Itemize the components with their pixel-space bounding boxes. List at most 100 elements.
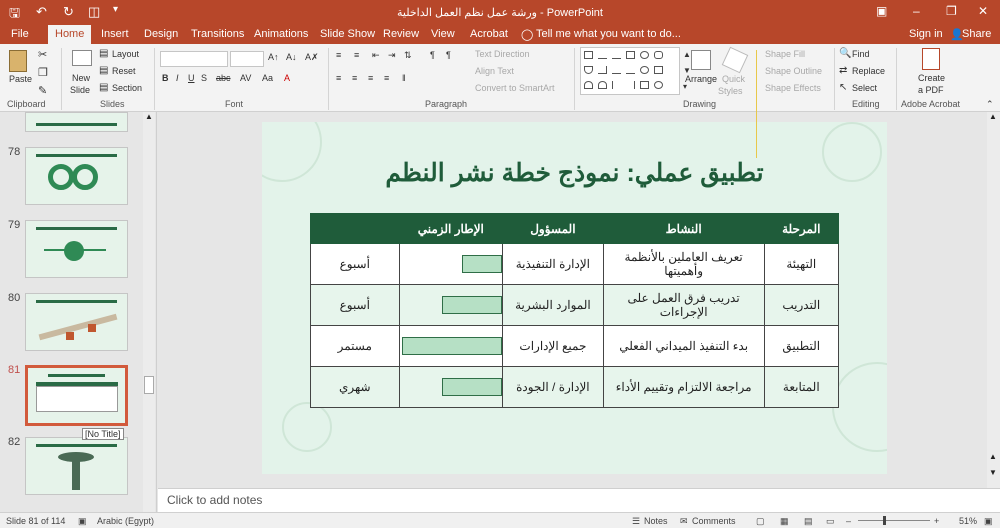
zoom-slider-thumb[interactable] — [883, 516, 886, 525]
layout-button[interactable]: Layout — [112, 49, 139, 59]
shadow-icon[interactable]: S — [201, 73, 207, 83]
slide[interactable]: تطبيق عملي: نموذج خطة نشر النظم المرحلة … — [262, 122, 887, 474]
normal-view-icon[interactable]: ▢ — [756, 516, 765, 527]
find-button[interactable]: Find — [852, 49, 870, 59]
clear-formatting-icon[interactable]: A✗ — [305, 52, 319, 63]
slide-thumbnail[interactable] — [25, 112, 128, 132]
new-slide-icon[interactable] — [72, 50, 92, 66]
scroll-thumb[interactable] — [144, 376, 154, 394]
increase-indent-icon[interactable]: ⇥ — [388, 50, 396, 61]
triangle-shape-icon[interactable] — [584, 66, 593, 74]
font-size-input[interactable] — [230, 51, 264, 67]
circle-arrow-shape-icon[interactable] — [640, 66, 649, 74]
connector-shape-icon[interactable] — [598, 66, 607, 74]
change-case-icon[interactable]: Aa — [262, 73, 273, 83]
text-box-shape-icon[interactable] — [584, 51, 593, 59]
increase-font-icon[interactable]: A↑ — [268, 52, 279, 62]
shapes-gallery[interactable] — [580, 47, 680, 95]
arrow-down-shape-icon[interactable] — [626, 66, 635, 74]
rtl-icon[interactable]: ¶ — [446, 50, 451, 60]
arrange-button[interactable]: Arrange — [685, 74, 717, 84]
sign-in-link[interactable]: Sign in — [909, 28, 943, 40]
spellcheck-icon[interactable]: ▣ — [78, 516, 87, 527]
tell-me-search[interactable]: Tell me what you want to do... — [536, 28, 681, 40]
tab-file[interactable]: File — [11, 28, 29, 40]
decrease-indent-icon[interactable]: ⇤ — [372, 50, 380, 61]
align-left-icon[interactable]: ≡ — [336, 73, 341, 83]
slide-thumbnail[interactable] — [25, 220, 128, 278]
zoom-out-icon[interactable]: – — [846, 516, 851, 526]
ribbon-display-icon[interactable]: ▣ — [876, 4, 887, 18]
strikethrough-icon[interactable]: abc — [216, 73, 231, 83]
create-pdf-label-1[interactable]: Create — [918, 73, 945, 83]
arrow-right-shape-icon[interactable] — [612, 66, 621, 74]
tab-slide-show[interactable]: Slide Show — [320, 28, 375, 40]
fit-to-window-icon[interactable]: ▣ — [984, 516, 993, 527]
rounded-rect-shape-icon[interactable] — [654, 51, 663, 59]
cut-icon[interactable]: ✂ — [38, 48, 47, 61]
convert-smartart-button[interactable]: Convert to SmartArt — [475, 83, 555, 93]
oval-shape-icon[interactable] — [640, 51, 649, 59]
align-center-icon[interactable]: ≡ — [352, 73, 357, 83]
font-name-input[interactable] — [160, 51, 228, 67]
numbering-icon[interactable]: ≡ — [354, 50, 359, 60]
format-painter-icon[interactable]: ✎ — [38, 84, 47, 97]
star-shape-icon[interactable] — [640, 81, 649, 89]
reading-view-icon[interactable]: ▤ — [804, 516, 813, 527]
text-direction-button[interactable]: Text Direction — [475, 49, 530, 59]
tab-design[interactable]: Design — [144, 28, 178, 40]
create-pdf-label-2[interactable]: a PDF — [918, 85, 944, 95]
quick-styles-label-1[interactable]: Quick — [722, 74, 745, 84]
zoom-level[interactable]: 51% — [959, 516, 977, 526]
slideshow-icon[interactable]: ▭ — [826, 516, 835, 527]
reset-button[interactable]: Reset — [112, 66, 136, 76]
tab-review[interactable]: Review — [383, 28, 419, 40]
shape-fill-button[interactable]: Shape Fill — [765, 49, 805, 59]
tab-transitions[interactable]: Transitions — [191, 28, 244, 40]
justify-icon[interactable]: ≡ — [384, 73, 389, 83]
minimize-icon[interactable]: – — [913, 4, 920, 18]
rectangle-shape-icon[interactable] — [626, 51, 635, 59]
shape-outline-button[interactable]: Shape Outline — [765, 66, 822, 76]
create-pdf-icon[interactable] — [922, 48, 940, 70]
select-button[interactable]: Select — [852, 83, 877, 93]
maximize-icon[interactable]: ❐ — [946, 4, 957, 18]
paste-button[interactable]: Paste — [9, 74, 32, 84]
new-slide-label-2[interactable]: Slide — [70, 85, 90, 95]
tab-home[interactable]: Home — [48, 25, 92, 44]
replace-button[interactable]: Replace — [852, 66, 885, 76]
smiley-shape-icon[interactable] — [654, 81, 663, 89]
scroll-up-icon[interactable]: ▲ — [989, 112, 997, 121]
line-spacing-icon[interactable]: ⇅ — [404, 50, 412, 61]
slide-title[interactable]: تطبيق عملي: نموذج خطة نشر النظم — [262, 158, 887, 188]
thumbnail-scrollbar[interactable]: ▲ — [143, 112, 155, 512]
tab-insert[interactable]: Insert — [101, 28, 129, 40]
collapse-ribbon-icon[interactable]: ⌃ — [986, 99, 994, 110]
copy-icon[interactable]: ❐ — [38, 66, 48, 79]
gallery-up-icon[interactable]: ▲ — [683, 50, 691, 59]
brace-shape-icon[interactable] — [584, 81, 593, 89]
zoom-slider[interactable] — [858, 520, 930, 521]
notes-pane[interactable]: Click to add notes — [158, 488, 1000, 512]
decrease-font-icon[interactable]: A↓ — [286, 52, 297, 62]
bold-icon[interactable]: B — [162, 73, 169, 83]
slide-thumbnail-selected[interactable] — [25, 365, 128, 426]
scroll-up-icon[interactable]: ▲ — [145, 112, 153, 121]
deployment-plan-table[interactable]: المرحلة النشاط المسؤول الإطار الزمني الت… — [310, 213, 840, 408]
close-icon[interactable]: ✕ — [978, 4, 988, 18]
italic-icon[interactable]: I — [176, 73, 179, 83]
line-shape-icon[interactable] — [598, 51, 607, 59]
shape-effects-button[interactable]: Shape Effects — [765, 83, 821, 93]
quick-styles-label-2[interactable]: Styles — [718, 86, 743, 96]
bracket-right-shape-icon[interactable] — [626, 81, 635, 89]
arc-shape-icon[interactable] — [598, 81, 607, 89]
slide-scrollbar[interactable]: ▲ ▲ ▼ — [987, 112, 1000, 488]
prev-slide-icon[interactable]: ▲ — [989, 452, 997, 461]
slide-thumbnail[interactable] — [25, 293, 128, 351]
tab-acrobat[interactable]: Acrobat — [470, 28, 508, 40]
zoom-in-icon[interactable]: + — [934, 516, 939, 526]
arrange-icon[interactable] — [691, 50, 711, 70]
slide-thumbnail[interactable] — [25, 147, 128, 205]
align-right-icon[interactable]: ≡ — [368, 73, 373, 83]
char-spacing-icon[interactable]: AV — [240, 73, 251, 83]
